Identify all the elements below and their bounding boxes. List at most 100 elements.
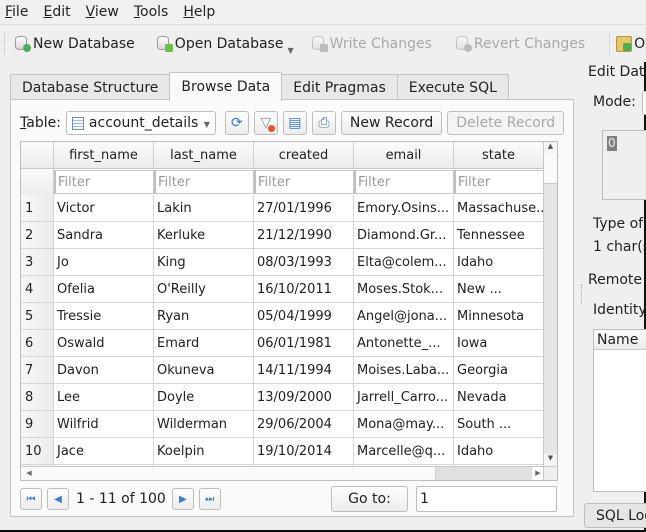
grid-cell[interactable]: Koelpin (154, 438, 254, 464)
table-row[interactable]: 10 Jace Koelpin 19/10/2014 Marcelle@q... Idah… (21, 438, 544, 465)
name-column-header[interactable]: Name (594, 330, 646, 350)
column-header[interactable]: first_name (54, 142, 154, 168)
grid-cell[interactable]: New ... (454, 276, 544, 302)
table-row[interactable]: 8 Lee Doyle 13/09/2000 Jarrell_Carro... Nevad… (21, 384, 544, 411)
grid-cell[interactable]: 16/10/2011 (254, 276, 354, 302)
column-header[interactable]: created (254, 142, 354, 168)
scroll-down-icon[interactable]: ▼ (544, 454, 557, 466)
row-number[interactable]: 7 (21, 357, 54, 383)
menu-view[interactable]: View (86, 4, 119, 20)
grid-cell[interactable]: 13/09/2000 (254, 384, 354, 410)
grid-cell[interactable]: Georgia (454, 357, 544, 383)
scroll-left-icon[interactable]: ◀ (23, 467, 35, 480)
row-number[interactable]: 1 (21, 195, 54, 221)
row-number[interactable]: 8 (21, 384, 54, 410)
vertical-scroll-thumb[interactable] (544, 154, 557, 184)
next-page-button[interactable]: ▶ (171, 488, 194, 510)
revert-changes-button[interactable]: Revert Changes (455, 35, 585, 52)
tab-database-structure[interactable]: Database Structure (10, 74, 171, 100)
grid-cell[interactable]: Kerluke (154, 222, 254, 248)
grid-cell[interactable]: Antonette_... (354, 330, 454, 356)
row-number[interactable]: 5 (21, 303, 54, 329)
grid-cell[interactable]: Idaho (454, 249, 544, 275)
goto-button[interactable]: Go to: (331, 486, 408, 512)
menu-help[interactable]: Help (183, 4, 215, 20)
grid-cell[interactable]: Iowa (454, 330, 544, 356)
clear-filters-button[interactable]: ▽ (253, 111, 278, 135)
table-row[interactable]: 2 Sandra Kerluke 21/12/1990 Diamond.Gr... Ten… (21, 222, 544, 249)
menu-edit[interactable]: Edit (43, 4, 70, 20)
filter-input-created[interactable] (254, 170, 354, 194)
grid-cell[interactable]: Tressie (54, 303, 154, 329)
grid-cell[interactable]: Okuneva (154, 357, 254, 383)
grid-cell[interactable]: Wilderman (154, 411, 254, 437)
tab-execute-sql[interactable]: Execute SQL (396, 74, 509, 100)
grid-cell[interactable]: 29/06/2004 (254, 411, 354, 437)
grid-cell[interactable]: 21/12/1990 (254, 222, 354, 248)
last-page-button[interactable]: ⏭ (198, 488, 221, 510)
table-row[interactable]: 3 Jo King 08/03/1993 Elta@colem... Idaho (21, 249, 544, 276)
cell-editor[interactable]: 0 (602, 130, 646, 200)
open-project-button[interactable]: O (616, 35, 645, 52)
grid-cell[interactable]: Jace (54, 438, 154, 464)
print-button[interactable]: ⎙ (311, 111, 336, 135)
table-row[interactable]: 7 Davon Okuneva 14/11/1994 Moises.Laba... Geo… (21, 357, 544, 384)
delete-record-button[interactable]: Delete Record (447, 111, 565, 135)
new-record-button[interactable]: New Record (340, 111, 443, 135)
grid-cell[interactable]: Diamond.Gr... (354, 222, 454, 248)
vertical-scrollbar[interactable]: ▲ ▼ (543, 142, 557, 466)
dock-splitter[interactable] (581, 284, 583, 304)
grid-cell[interactable]: Moses.Stok... (354, 276, 454, 302)
row-number[interactable]: 3 (21, 249, 54, 275)
row-number[interactable]: 6 (21, 330, 54, 356)
table-row[interactable]: 1 Victor Lakin 27/01/1996 Emory.Osins... Mass… (21, 195, 544, 222)
column-header[interactable]: last_name (154, 142, 254, 168)
grid-cell[interactable]: 06/01/1981 (254, 330, 354, 356)
horizontal-scroll-thumb[interactable] (21, 467, 436, 480)
grid-cell[interactable]: Victor (54, 195, 154, 221)
identity-table[interactable]: Name (593, 329, 646, 492)
column-header[interactable]: state (454, 142, 544, 168)
grid-cell[interactable]: Angel@jona... (354, 303, 454, 329)
grid-cell[interactable]: South ... (454, 411, 544, 437)
grid-cell[interactable]: 19/10/2014 (254, 438, 354, 464)
grid-cell[interactable]: Lakin (154, 195, 254, 221)
open-database-dropdown-icon[interactable]: ▼ (287, 46, 293, 55)
menu-file[interactable]: File (5, 4, 28, 20)
first-page-button[interactable]: ⏮ (20, 488, 42, 510)
sql-log-tab[interactable]: SQL Log (584, 503, 646, 528)
table-row[interactable]: 9 Wilfrid Wilderman 29/06/2004 Mona@may... So… (21, 411, 544, 438)
grid-cell[interactable]: Wilfrid (54, 411, 154, 437)
write-changes-button[interactable]: Write Changes (311, 35, 432, 52)
tab-edit-pragmas[interactable]: Edit Pragmas (281, 74, 398, 100)
grid-cell[interactable]: Doyle (154, 384, 254, 410)
grid-cell[interactable]: Emard (154, 330, 254, 356)
grid-cell[interactable]: Ofelia (54, 276, 154, 302)
toolbar-grip-2[interactable] (609, 32, 611, 55)
grid-cell[interactable]: Idaho (454, 438, 544, 464)
grid-cell[interactable]: 14/11/1994 (254, 357, 354, 383)
row-number[interactable]: 4 (21, 276, 54, 302)
grid-cell[interactable]: Ryan (154, 303, 254, 329)
scroll-up-icon[interactable]: ▲ (544, 142, 557, 154)
grid-cell[interactable]: Emory.Osins... (354, 195, 454, 221)
grid-cell[interactable]: Jarrell_Carro... (354, 384, 454, 410)
new-database-button[interactable]: New Database (15, 35, 135, 52)
save-table-button[interactable]: ▤ (282, 111, 307, 135)
grid-cell[interactable]: Jo (54, 249, 154, 275)
table-row[interactable]: 6 Oswald Emard 06/01/1981 Antonette_... Iowa (21, 330, 544, 357)
filter-input-first-name[interactable] (54, 170, 154, 194)
grid-cell[interactable]: Tennessee (454, 222, 544, 248)
row-number[interactable]: 10 (21, 438, 54, 464)
grid-cell[interactable]: Mona@may... (354, 411, 454, 437)
grid-cell[interactable]: Nevada (454, 384, 544, 410)
menu-tools[interactable]: Tools (134, 4, 169, 20)
horizontal-scrollbar[interactable]: ◀ ▶ (21, 466, 544, 480)
grid-cell[interactable]: Sandra (54, 222, 154, 248)
tab-browse-data[interactable]: Browse Data (169, 72, 283, 101)
column-header[interactable]: email (354, 142, 454, 168)
grid-cell[interactable]: Moises.Laba... (354, 357, 454, 383)
mode-select[interactable] (642, 91, 646, 115)
previous-page-button[interactable]: ◀ (47, 488, 69, 510)
table-row[interactable]: 4 Ofelia O'Reilly 16/10/2011 Moses.Stok... Ne… (21, 276, 544, 303)
